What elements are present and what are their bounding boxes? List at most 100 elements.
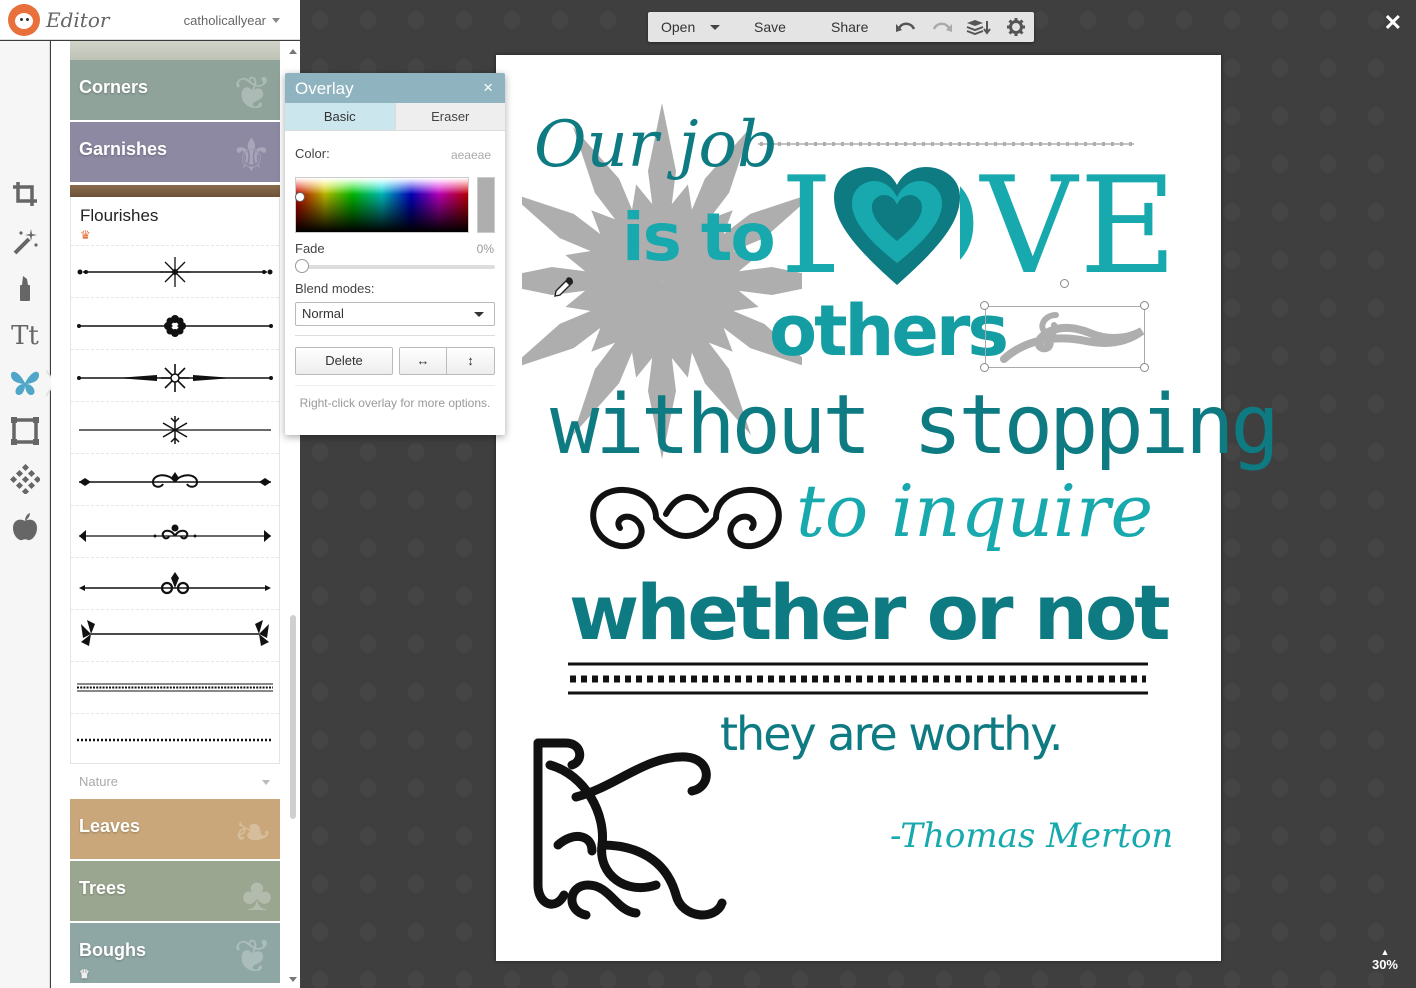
chevron-down-icon [262,780,270,789]
text-tool-icon[interactable]: Tt [7,318,43,354]
open-dropdown-icon[interactable] [710,25,720,35]
dialog-title-bar[interactable]: Overlay × [285,73,505,103]
blend-mode-select[interactable]: Normal [295,302,495,326]
settings-gear-icon[interactable] [1006,18,1026,36]
flourish-item[interactable] [71,609,279,661]
section-label: Nature [79,774,119,789]
redo-icon[interactable] [932,18,952,36]
tab-eraser[interactable]: Eraser [395,103,505,130]
user-menu[interactable]: catholicallyear [184,13,280,28]
effects-wand-icon[interactable] [7,223,43,259]
fade-slider-track[interactable] [297,265,495,269]
flip-vertical-button[interactable]: ↕ [446,347,495,375]
flourish-item[interactable] [71,505,279,557]
quote-line-to-inquire[interactable]: to inquire [796,475,1153,547]
chevron-down-icon [474,312,484,322]
crop-tool-icon[interactable] [7,176,43,212]
category-tile-partial[interactable] [70,41,280,60]
overlay-properties-dialog: Overlay × Basic Eraser Color: aeaeae Fad… [285,73,505,435]
dialog-divider [295,335,495,336]
frames-icon[interactable] [7,413,43,449]
flip-vertical-icon: ↕ [467,353,474,368]
category-leaves[interactable]: ❧ Leaves [70,799,280,859]
app-title: Editor [46,7,110,32]
resize-handle-tr[interactable] [1140,301,1149,310]
category-label: Trees [79,878,127,898]
flourish-item[interactable] [71,349,279,401]
color-spectrum-picker[interactable] [295,177,469,233]
textures-icon[interactable] [7,461,43,497]
black-dotted-divider[interactable] [568,661,1148,697]
fade-value: 0% [476,242,494,256]
blend-mode-value: Normal [302,306,344,321]
category-label: Leaves [79,816,141,836]
undo-icon[interactable] [896,18,916,36]
scroll-down-icon[interactable] [289,977,297,986]
touch-up-icon[interactable] [7,270,43,306]
zoom-up-icon[interactable]: ▲ [1372,947,1398,957]
blend-modes-label: Blend modes: [295,281,375,296]
color-value[interactable]: aeaeae [451,148,491,162]
main-toolbar: Open Save Share [648,12,1034,42]
quote-attribution[interactable]: -Thomas Merton [890,819,1173,853]
selection-box[interactable] [985,306,1145,368]
category-label: Garnishes [79,139,168,159]
overlays-butterfly-icon[interactable] [7,365,43,401]
eyedropper-cursor-icon [554,277,573,297]
save-button[interactable]: Save [754,19,786,35]
scroll-thumb[interactable] [290,615,296,819]
quote-line-is-to[interactable]: is to [622,205,776,271]
category-trees[interactable]: ♣ Trees [70,861,280,921]
flourish-item[interactable] [71,557,279,609]
flourish-item[interactable] [71,713,279,765]
flourishes-list: Flourishes ♛ [70,198,280,764]
color-brightness-swatch[interactable] [477,177,495,233]
quote-line-they-are-worthy[interactable]: they are worthy. [720,711,1064,757]
close-icon[interactable]: × [483,78,493,98]
bough-pattern-icon: ❦ [233,930,272,982]
rotate-handle[interactable] [1060,279,1069,288]
tools-sidebar: Tt [0,41,50,988]
flourish-item[interactable] [71,661,279,713]
share-button[interactable]: Share [831,19,868,35]
flourish-item[interactable] [71,401,279,453]
flip-horizontal-button[interactable]: ↔ [399,347,447,375]
design-canvas[interactable]: Our job is to LOVE others without stoppi… [496,55,1280,961]
category-divider-strip [70,185,280,197]
category-label: Corners [79,77,149,97]
category-boughs[interactable]: ❦ Boughs ♛ [70,923,280,983]
app-logo[interactable]: Editor [8,3,110,36]
quote-line-without-stopping[interactable]: without stopping [550,385,1280,467]
category-garnishes[interactable]: ⚜ Garnishes [70,122,280,182]
fade-slider-knob[interactable] [295,259,309,273]
black-corner-flourish[interactable] [526,735,736,935]
open-button[interactable]: Open [661,19,695,35]
scroll-up-icon[interactable] [289,45,297,54]
close-editor-icon[interactable]: ✕ [1384,10,1402,36]
quote-line-our-job[interactable]: Our job [534,113,778,177]
zoom-control[interactable]: ▲ 30% [1372,947,1398,972]
layers-order-icon[interactable] [966,18,992,36]
themes-apple-icon[interactable] [7,509,43,545]
tab-basic[interactable]: Basic [285,103,396,130]
monkey-logo-icon [8,3,40,36]
nature-section-header[interactable]: Nature [70,768,280,794]
category-corners[interactable]: ❦ Corners [70,60,280,120]
quote-line-whether-or-not[interactable]: whether or not [569,575,1171,651]
quote-line-others[interactable]: others [769,296,1009,366]
resize-handle-tl[interactable] [980,301,989,310]
flourish-item[interactable] [71,245,279,297]
flourish-item[interactable] [71,453,279,505]
color-label: Color: [295,146,330,161]
leaf-pattern-icon: ❧ [233,806,272,858]
dialog-title: Overlay [295,79,354,98]
heart-graphic[interactable] [834,167,960,287]
chevron-down-icon [272,18,280,27]
zoom-level: 30% [1371,957,1398,972]
color-picker-knob[interactable] [295,192,305,202]
resize-handle-br[interactable] [1140,363,1149,372]
flourish-item[interactable] [71,297,279,349]
black-swirl-ornament[interactable] [586,480,786,556]
resize-handle-bl[interactable] [980,363,989,372]
delete-button[interactable]: Delete [295,347,393,375]
